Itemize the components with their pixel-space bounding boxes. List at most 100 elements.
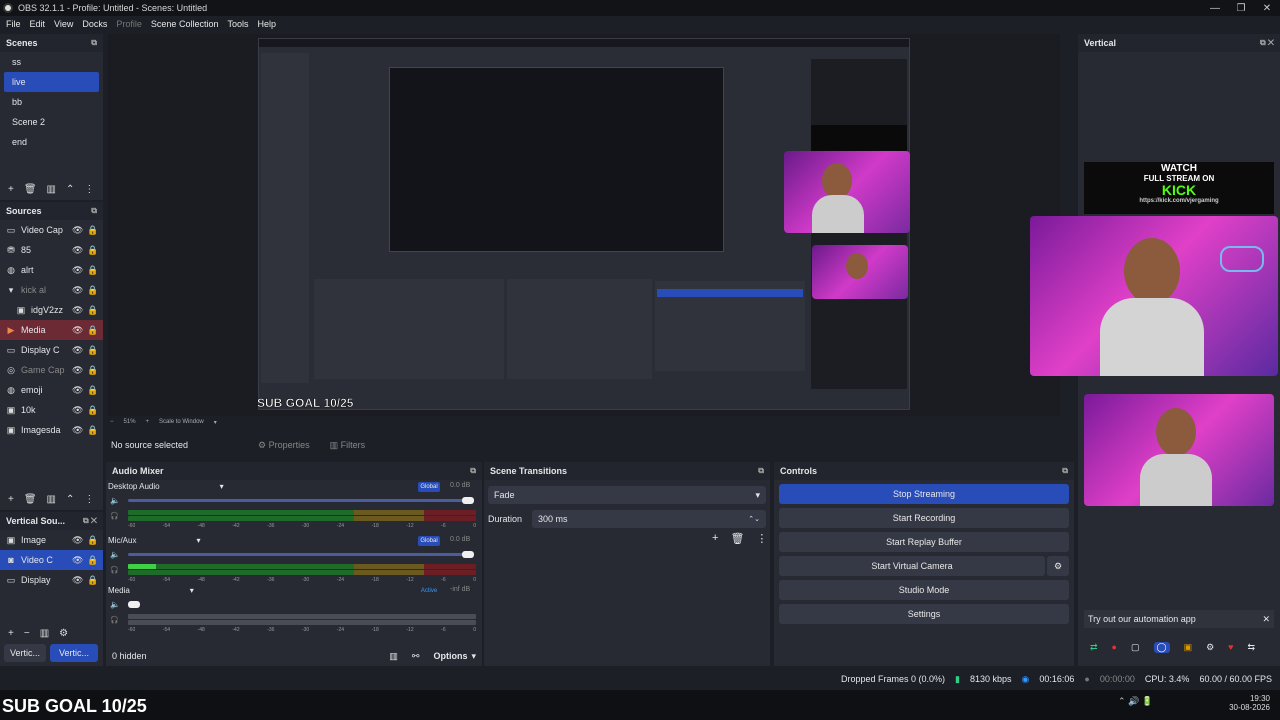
automation-promo[interactable]: Try out our automation app ✕: [1084, 610, 1274, 628]
trash-icon[interactable]: 🗑: [730, 532, 744, 545]
trash-icon[interactable]: 🗑: [24, 494, 37, 505]
scale-mode[interactable]: Scale to Window: [159, 419, 204, 425]
chevron-down-icon[interactable]: ▾: [190, 586, 194, 595]
speaker-icon[interactable]: 🔈: [110, 600, 120, 609]
vertical-tab-active[interactable]: Vertic...: [50, 644, 98, 662]
add-source-icon[interactable]: +: [8, 494, 14, 505]
menu-file[interactable]: File: [6, 19, 21, 29]
eye-icon[interactable]: 👁: [72, 305, 83, 316]
filter-icon[interactable]: ▥: [47, 494, 56, 505]
volume-slider[interactable]: [128, 499, 468, 502]
source-item[interactable]: ▾ kick al 👁 🔒: [0, 280, 103, 300]
scene-item[interactable]: end: [4, 132, 99, 152]
eye-icon[interactable]: 👁: [72, 265, 83, 276]
menu-docks[interactable]: Docks: [82, 19, 107, 29]
lock-icon[interactable]: 🔒: [87, 385, 98, 396]
lock-icon[interactable]: 🔒: [87, 555, 98, 566]
lock-icon[interactable]: 🔒: [87, 305, 98, 316]
undock-icon[interactable]: ⧉: [1062, 466, 1068, 476]
minus-icon[interactable]: −: [24, 628, 30, 639]
menu-profile[interactable]: Profile: [116, 19, 142, 29]
lock-icon[interactable]: 🔒: [87, 265, 98, 276]
chevron-down-icon[interactable]: ▾: [220, 482, 224, 491]
chevron-down-icon[interactable]: ▾: [214, 419, 217, 426]
menu-view[interactable]: View: [54, 19, 73, 29]
vertical-source-item[interactable]: ▣ Image 👁 🔒: [0, 530, 103, 550]
up-arrow-icon[interactable]: ⌃: [66, 184, 74, 195]
options-button[interactable]: Options: [433, 651, 467, 661]
lock-icon[interactable]: 🔒: [87, 535, 98, 546]
source-item[interactable]: ▭ Display C 👁 🔒: [0, 340, 103, 360]
channel-badge[interactable]: Active: [418, 586, 440, 596]
gear-icon[interactable]: ⚙: [59, 628, 68, 639]
undock-icon[interactable]: ⧉ ✕: [83, 516, 97, 526]
volume-slider[interactable]: [128, 553, 468, 556]
switch-icon[interactable]: ⇆: [1248, 642, 1256, 653]
virtualcam-icon[interactable]: ◯: [1153, 641, 1170, 653]
vertical-source-item-selected[interactable]: ◙ Video C 👁 🔒: [0, 550, 103, 570]
gear-icon[interactable]: ⚙: [1047, 556, 1069, 576]
eye-icon[interactable]: 👁: [72, 535, 83, 546]
undock-icon[interactable]: ⧉: [91, 38, 97, 48]
start-recording-button[interactable]: Start Recording: [779, 508, 1069, 528]
lock-icon[interactable]: 🔒: [87, 365, 98, 376]
eye-icon[interactable]: 👁: [72, 225, 83, 236]
vertical-source-item[interactable]: ▭ Display 👁 🔒: [0, 570, 103, 590]
volume-knob[interactable]: [462, 497, 474, 504]
replay-icon[interactable]: ▣: [1184, 642, 1193, 653]
eye-icon[interactable]: 👁: [72, 555, 83, 566]
maximize-icon[interactable]: ❐: [1228, 3, 1254, 14]
close-icon[interactable]: ✕: [1254, 3, 1280, 14]
menu-help[interactable]: Help: [257, 19, 276, 29]
tray-icons[interactable]: ⌃ 🔊 🔋: [1118, 696, 1153, 707]
source-item[interactable]: ◍ emoji 👁 🔒: [0, 380, 103, 400]
volume-knob[interactable]: [128, 601, 140, 608]
menu-tools[interactable]: Tools: [227, 19, 248, 29]
settings-button[interactable]: Settings: [779, 604, 1069, 624]
source-item[interactable]: ▣ Imagesda 👁 🔒: [0, 420, 103, 440]
lock-icon[interactable]: 🔒: [87, 425, 98, 436]
add-icon[interactable]: +: [8, 628, 14, 639]
up-arrow-icon[interactable]: ⌃: [66, 494, 74, 505]
chevron-down-icon[interactable]: ▾: [471, 651, 476, 662]
lock-icon[interactable]: 🔒: [87, 345, 98, 356]
eye-icon[interactable]: 👁: [72, 425, 83, 436]
eye-icon[interactable]: 👁: [72, 575, 83, 586]
headphones-icon[interactable]: 🎧: [110, 512, 119, 520]
chevron-down-icon[interactable]: ▾: [196, 536, 200, 545]
undock-icon[interactable]: ⧉: [470, 466, 476, 476]
spinner-icon[interactable]: ⌃⌄: [748, 515, 760, 523]
lock-icon[interactable]: 🔒: [87, 405, 98, 416]
vertical-tab[interactable]: Vertic...: [4, 644, 46, 662]
close-icon[interactable]: ✕: [1262, 614, 1270, 625]
start-virtual-camera-button[interactable]: Start Virtual Camera: [779, 556, 1045, 576]
properties-button[interactable]: ⚙ Properties: [258, 440, 310, 451]
scene-item[interactable]: ss: [4, 52, 99, 72]
start-replay-buffer-button[interactable]: Start Replay Buffer: [779, 532, 1069, 552]
backtrack-icon[interactable]: ▢: [1131, 642, 1140, 653]
link-icon[interactable]: ⚯: [412, 651, 420, 662]
channel-badge[interactable]: Global: [418, 536, 440, 546]
volume-knob[interactable]: [462, 551, 474, 558]
undock-icon[interactable]: ⧉: [758, 466, 764, 476]
studio-mode-button[interactable]: Studio Mode: [779, 580, 1069, 600]
eye-icon[interactable]: 👁: [72, 385, 83, 396]
menu-scene-collection[interactable]: Scene Collection: [151, 19, 219, 29]
scene-item-selected[interactable]: live: [4, 72, 99, 92]
undock-icon[interactable]: ⧉ ✕: [1260, 38, 1274, 48]
record-icon[interactable]: ●: [1112, 642, 1117, 652]
eye-icon[interactable]: 👁: [72, 325, 83, 336]
source-item[interactable]: ⛃ 85 👁 🔒: [0, 240, 103, 260]
more-icon[interactable]: ⋮: [84, 184, 94, 195]
filter-icon[interactable]: ▥: [40, 628, 49, 639]
zoom-in-icon[interactable]: +: [146, 419, 150, 425]
source-item[interactable]: ▣ idgV2zz 👁 🔒: [0, 300, 103, 320]
stream-icon[interactable]: ⇄: [1090, 642, 1098, 653]
more-icon[interactable]: ⋮: [84, 494, 94, 505]
source-item-selected[interactable]: ▶ Media 👁 🔒: [0, 320, 103, 340]
heart-icon[interactable]: ♥: [1228, 642, 1233, 652]
menu-edit[interactable]: Edit: [30, 19, 46, 29]
add-icon[interactable]: +: [712, 532, 718, 545]
add-scene-icon[interactable]: +: [8, 184, 14, 195]
source-item[interactable]: ▣ 10k 👁 🔒: [0, 400, 103, 420]
